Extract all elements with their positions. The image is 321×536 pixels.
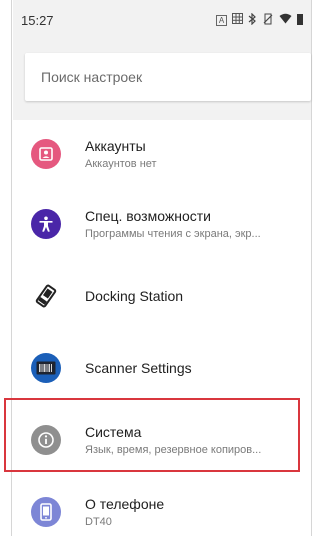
status-time: 15:27 xyxy=(21,12,54,28)
settings-item-system[interactable]: Система Язык, время, резервное копиров..… xyxy=(13,404,311,476)
settings-item-title: Scanner Settings xyxy=(85,360,192,376)
search-placeholder: Поиск настроек xyxy=(41,69,143,85)
frame-right-edge xyxy=(311,0,321,536)
a-indicator-icon: A xyxy=(216,14,227,26)
settings-list: Аккаунты Аккаунтов нет Спец. возможности… xyxy=(13,120,311,536)
settings-screen: 15:27 A Поиск настроек Аккаунты Аккаунто… xyxy=(13,0,311,536)
bluetooth-icon xyxy=(248,12,257,28)
settings-item-title: Система xyxy=(85,424,142,440)
settings-item-texts: Система Язык, время, резервное копиров..… xyxy=(85,424,305,456)
settings-item-subtitle: Программы чтения с экрана, экр... xyxy=(85,228,261,240)
status-bar: 15:27 A xyxy=(13,0,311,40)
docking-station-icon xyxy=(31,281,61,311)
phone-icon xyxy=(31,497,61,527)
settings-item-about-phone[interactable]: О телефоне DT40 xyxy=(13,476,311,536)
settings-item-texts: Аккаунты Аккаунтов нет xyxy=(85,138,305,170)
frame-left-edge xyxy=(0,0,12,536)
accessibility-icon xyxy=(31,209,61,239)
settings-item-title: Аккаунты xyxy=(85,138,146,154)
settings-item-texts: Scanner Settings xyxy=(85,360,305,376)
settings-item-texts: Docking Station xyxy=(85,288,305,304)
settings-item-docking-station[interactable]: Docking Station xyxy=(13,260,311,332)
settings-item-title: Docking Station xyxy=(85,288,184,304)
settings-item-subtitle: Язык, время, резервное копиров... xyxy=(85,444,262,456)
settings-item-subtitle: Аккаунтов нет xyxy=(85,158,157,170)
account-icon xyxy=(31,139,61,169)
settings-item-scanner-settings[interactable]: Scanner Settings xyxy=(13,332,311,404)
settings-item-accounts[interactable]: Аккаунты Аккаунтов нет xyxy=(13,120,311,188)
system-info-icon xyxy=(31,425,61,455)
search-header: Поиск настроек xyxy=(13,40,311,120)
wifi-icon xyxy=(279,13,292,27)
settings-item-texts: О телефоне DT40 xyxy=(85,496,305,528)
no-sim-icon xyxy=(262,13,274,28)
scanner-icon xyxy=(31,353,61,383)
settings-search-box[interactable]: Поиск настроек xyxy=(25,53,311,101)
status-icons: A xyxy=(216,12,303,28)
settings-item-texts: Спец. возможности Программы чтения с экр… xyxy=(85,208,305,240)
settings-item-subtitle: DT40 xyxy=(85,516,112,528)
grid-icon xyxy=(232,13,243,27)
settings-item-title: Спец. возможности xyxy=(85,208,211,224)
settings-item-title: О телефоне xyxy=(85,496,165,512)
phone-frame: 15:27 A Поиск настроек Аккаунты Аккаунто… xyxy=(0,0,321,536)
settings-item-accessibility[interactable]: Спец. возможности Программы чтения с экр… xyxy=(13,188,311,260)
battery-icon xyxy=(297,13,303,28)
